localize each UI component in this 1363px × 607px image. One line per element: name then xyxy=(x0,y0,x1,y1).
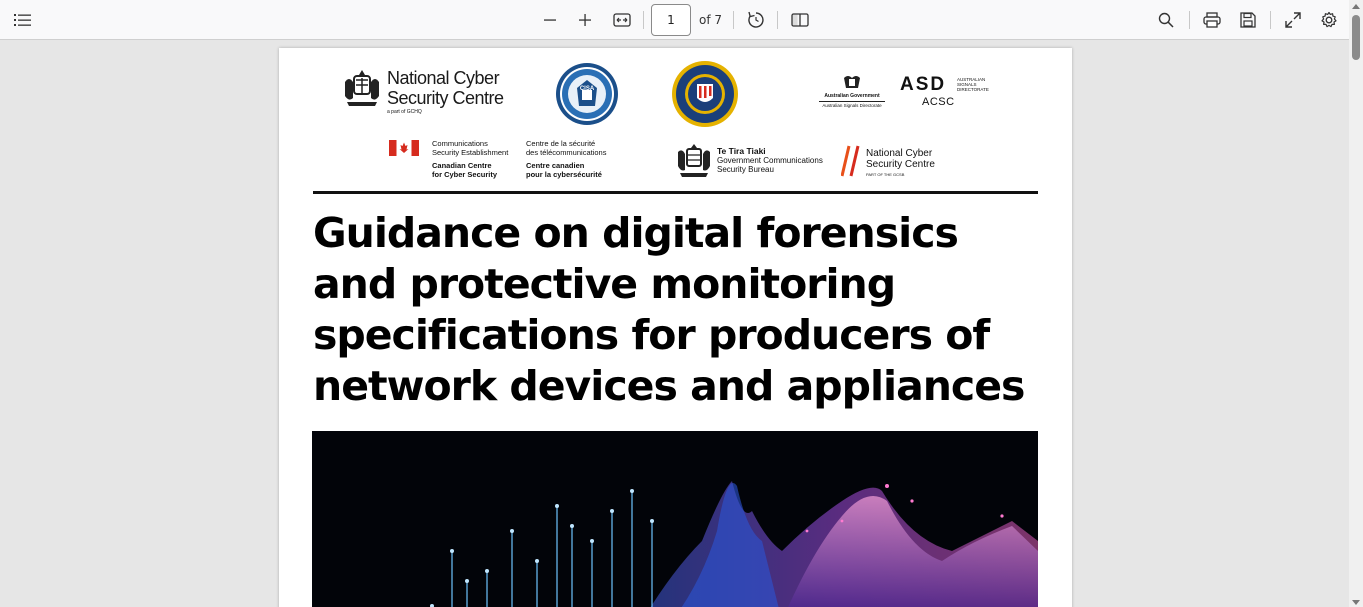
ncsc-uk-subtitle: a part of GCHQ xyxy=(387,109,422,115)
expand-icon[interactable] xyxy=(1278,5,1308,35)
gcsb-line2: Government Communications xyxy=(717,156,823,165)
search-icon[interactable] xyxy=(1151,5,1181,35)
gcsb-line3: Security Bureau xyxy=(717,165,774,174)
vertical-scrollbar[interactable] xyxy=(1349,0,1363,607)
rotate-icon[interactable] xyxy=(741,5,771,35)
print-icon[interactable] xyxy=(1197,5,1227,35)
canada-cse-logo: Communications Security Establishment Ce… xyxy=(389,139,619,180)
page-count: of 7 xyxy=(699,13,723,27)
aus-asd-label: Australian Signals Directorate xyxy=(822,103,882,108)
pdf-page: National Cyber Security Centre a part of… xyxy=(279,48,1072,607)
toolbar-separator xyxy=(1270,11,1271,29)
cisa-seal-icon xyxy=(556,63,618,125)
gcsb-logo: Te Tira Tiaki Government Communications … xyxy=(675,142,835,182)
cisa-seal-logo: CISA xyxy=(555,62,619,126)
data-visualization-artwork xyxy=(312,431,1038,607)
gcsb-line1: Te Tira Tiaki xyxy=(717,146,766,156)
cisa-label: CISA xyxy=(579,86,595,92)
cover-image xyxy=(312,431,1038,607)
aus-gov-divider xyxy=(819,101,885,102)
ncsc-uk-logo: National Cyber Security Centre a part of… xyxy=(341,68,511,120)
aus-coat-of-arms-icon xyxy=(844,76,860,88)
acsc-label: ACSC xyxy=(922,96,955,108)
scroll-down-arrow-icon[interactable] xyxy=(1352,600,1360,605)
title-line: and protective monitoring xyxy=(313,260,896,308)
plus-icon[interactable] xyxy=(570,5,600,35)
asd-acsc-logo: ASD AUSTRALIAN SIGNALS DIRECTORATE ACSC xyxy=(900,74,1000,114)
pdf-toolbar: of 7 xyxy=(0,0,1363,40)
page-number-input[interactable] xyxy=(651,4,691,36)
toolbar-separator xyxy=(777,11,778,29)
header-divider xyxy=(313,191,1038,194)
title-line: specifications for producers of xyxy=(313,311,990,359)
ncsc-uk-name-line1: National Cyber xyxy=(387,68,500,88)
title-line: network devices and appliances xyxy=(313,362,1025,410)
cse-fr-line2: des télécommunications xyxy=(526,147,607,157)
cse-en-line2: Security Establishment xyxy=(432,147,509,157)
fbi-seal-icon xyxy=(672,61,738,127)
toolbar-separator xyxy=(733,11,734,29)
australian-government-logo: Australian Government Australian Signals… xyxy=(817,72,887,112)
scroll-thumb[interactable] xyxy=(1352,15,1360,60)
ncsc-nz-line3: PART OF THE GCSB xyxy=(866,172,905,177)
ncsc-nz-line1: National Cyber xyxy=(866,148,933,159)
document-title: Guidance on digital forensics and protec… xyxy=(313,208,1053,412)
asd-side-line3: DIRECTORATE xyxy=(957,87,989,92)
royal-crest-icon xyxy=(345,70,379,106)
title-line: Guidance on digital forensics xyxy=(313,209,959,257)
cccs-en-line2: for Cyber Security xyxy=(432,169,498,179)
scroll-up-arrow-icon[interactable] xyxy=(1352,4,1360,9)
ncsc-nz-slash-icon xyxy=(841,145,860,177)
gear-icon[interactable] xyxy=(1314,5,1344,35)
two-page-icon[interactable] xyxy=(785,5,815,35)
ncsc-nz-line2: Security Centre xyxy=(866,159,935,170)
save-icon[interactable] xyxy=(1233,5,1263,35)
asd-label: ASD xyxy=(900,74,947,95)
cccs-fr-line2: pour la cybersécurité xyxy=(526,169,602,179)
canada-flag-icon xyxy=(389,140,419,156)
aus-gov-label: Australian Government xyxy=(824,93,880,99)
toolbar-separator xyxy=(1189,11,1190,29)
toolbar-separator xyxy=(643,11,644,29)
minus-icon[interactable] xyxy=(535,5,565,35)
list-icon[interactable] xyxy=(8,5,38,35)
fit-width-icon[interactable] xyxy=(607,5,637,35)
fbi-seal-logo xyxy=(671,60,739,128)
ncsc-nz-logo: National Cyber Security Centre PART OF T… xyxy=(841,144,951,180)
nz-coat-of-arms-icon xyxy=(678,144,710,177)
ncsc-uk-name-line2: Security Centre xyxy=(387,88,504,108)
